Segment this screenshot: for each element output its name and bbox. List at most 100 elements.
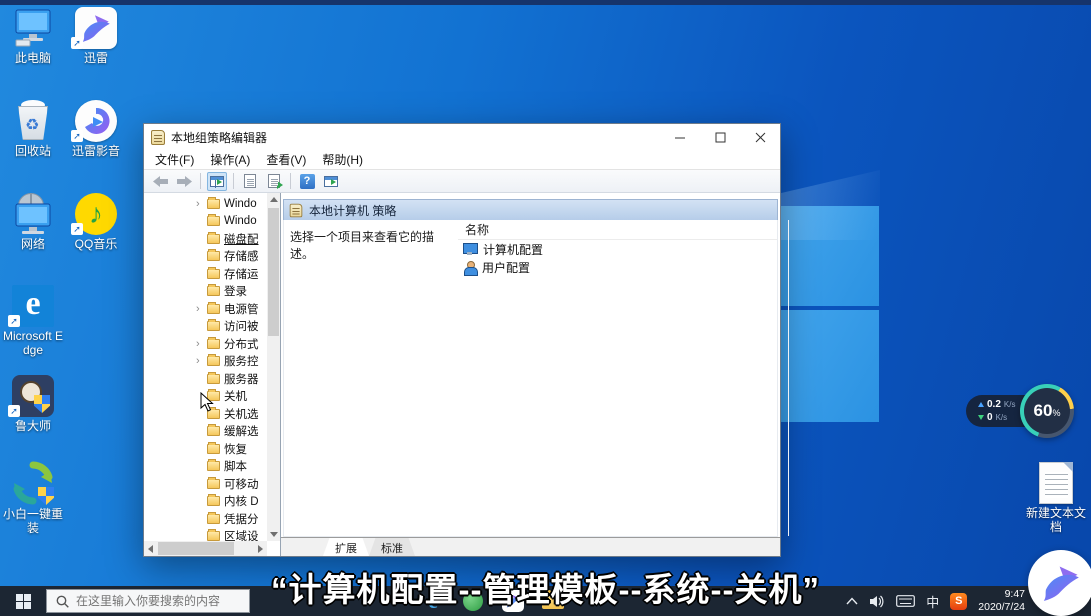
list-item-label: 计算机配置 xyxy=(483,241,543,258)
desktop-icon-new-text-document[interactable]: 新建文本文档 xyxy=(1021,460,1091,535)
tree-item-label: 关机 xyxy=(224,388,247,404)
tree-item-label: 缓解选 xyxy=(224,423,259,439)
export-list-icon[interactable] xyxy=(264,172,284,191)
folder-icon xyxy=(207,251,220,261)
tree-item[interactable]: Windo xyxy=(144,213,267,231)
action-pane-icon[interactable] xyxy=(321,172,341,191)
title-bar[interactable]: 本地组策略编辑器 xyxy=(144,124,780,150)
menu-help[interactable]: 帮助(H) xyxy=(315,149,370,170)
tree-item-label: 磁盘配 xyxy=(224,231,259,247)
properties-icon[interactable] xyxy=(240,172,260,191)
folder-icon xyxy=(207,444,220,454)
tree-item[interactable]: 恢复 xyxy=(144,440,267,458)
tree-item[interactable]: 访问被 xyxy=(144,318,267,336)
boost-ball[interactable]: 60 % xyxy=(1020,384,1074,438)
tree-item[interactable]: 脚本 xyxy=(144,458,267,476)
folder-icon xyxy=(207,514,220,524)
tab-extended[interactable]: 扩展 xyxy=(323,538,369,556)
tree-item[interactable]: 缓解选 xyxy=(144,423,267,441)
scroll-down-icon[interactable] xyxy=(267,528,280,541)
column-header-name[interactable]: 名称 xyxy=(458,220,777,240)
menu-bar: 文件(F) 操作(A) 查看(V) 帮助(H) xyxy=(144,150,780,170)
tree-item[interactable]: ›分布式 xyxy=(144,335,267,353)
wallpaper-logo-pane xyxy=(781,310,879,422)
results-header-title: 本地计算机 策略 xyxy=(309,202,396,219)
tree-item-label: Windo xyxy=(224,215,257,227)
menu-action[interactable]: 操作(A) xyxy=(203,149,257,170)
upload-arrow-icon xyxy=(978,402,984,407)
close-button[interactable] xyxy=(740,124,780,150)
tree-item-label: 可移动 xyxy=(224,476,259,492)
back-icon[interactable] xyxy=(150,172,170,191)
tree-horizontal-scrollbar[interactable] xyxy=(144,541,267,556)
desktop-icon-label: 鲁大师 xyxy=(0,420,66,434)
tree-item[interactable]: 可移动 xyxy=(144,475,267,493)
desktop-icon-thunder[interactable]: 迅雷 xyxy=(63,5,129,66)
tree-item[interactable]: 存储感 xyxy=(144,248,267,266)
tree-item[interactable]: › 服务控 xyxy=(144,353,267,371)
desktop-icon-thunder-player[interactable]: 迅雷影音 xyxy=(63,98,129,159)
desktop-icon-recycle-bin[interactable]: 回收站 xyxy=(0,98,66,159)
desktop-icon-this-pc[interactable]: 此电脑 xyxy=(0,5,66,66)
console-tree: › Windo Windo 磁盘配 存储感 存储运 登录 › 电源管 访问被 ›分布… xyxy=(144,195,267,541)
tree-item[interactable]: › Windo xyxy=(144,195,267,213)
folder-icon xyxy=(207,339,220,349)
tree-item[interactable]: › 电源管 xyxy=(144,300,267,318)
download-unit: K/s xyxy=(996,413,1008,422)
console-tree-icon[interactable] xyxy=(207,172,227,191)
scrollbar-thumb[interactable] xyxy=(158,542,234,555)
memory-percent: 60 xyxy=(1034,401,1053,421)
tab-standard[interactable]: 标准 xyxy=(369,538,415,556)
tree-item-label: 服务控 xyxy=(224,353,259,369)
tree-item[interactable]: 服务器 xyxy=(144,370,267,388)
tree-item-label: 登录 xyxy=(224,283,247,299)
desktop-icon-network[interactable]: 网络 xyxy=(0,191,66,252)
tree-item-label: 电源管 xyxy=(224,301,259,317)
tree-item-label: Windo xyxy=(224,198,257,210)
results-content: 选择一个项目来查看它的描述。 名称 计算机配置 用户配置 xyxy=(283,220,778,537)
tree-item-label: 存储感 xyxy=(224,248,259,264)
folder-icon xyxy=(207,531,220,541)
forward-icon[interactable] xyxy=(174,172,194,191)
video-subtitle: “计算机配置--管理模板--系统--关机” xyxy=(0,563,1091,611)
minimize-button[interactable] xyxy=(660,124,700,150)
tree-item[interactable]: 区域设 xyxy=(144,528,267,542)
expander-icon[interactable]: › xyxy=(196,338,207,350)
tree-vertical-scrollbar[interactable] xyxy=(267,193,280,541)
tree-item[interactable]: 登录 xyxy=(144,283,267,301)
expander-icon[interactable]: › xyxy=(196,355,207,367)
tree-item[interactable]: 存储运 xyxy=(144,265,267,283)
tree-item[interactable]: 磁盘配 xyxy=(144,230,267,248)
desktop-icon-edge[interactable]: Microsoft Edge xyxy=(0,283,66,358)
expander-icon[interactable]: › xyxy=(196,198,207,210)
tree-item-label: 服务器 xyxy=(224,371,259,387)
menu-file[interactable]: 文件(F) xyxy=(148,149,201,170)
policy-icon xyxy=(290,203,303,217)
tree-item-label: 访问被 xyxy=(224,318,259,334)
tree-item-label: 关机选 xyxy=(224,406,259,422)
scroll-up-icon[interactable] xyxy=(267,193,280,206)
desktop-icon-xiaobai[interactable]: 小白一键重装 xyxy=(0,461,66,536)
scrollbar-thumb[interactable] xyxy=(268,208,279,336)
help-icon[interactable]: ? xyxy=(297,172,317,191)
desktop-icon-ludashi[interactable]: 鲁大师 xyxy=(0,373,66,434)
scroll-left-icon[interactable] xyxy=(144,542,157,555)
desktop-icon-label: 迅雷 xyxy=(63,52,129,66)
folder-icon xyxy=(207,216,220,226)
tree-item[interactable]: 凭据分 xyxy=(144,510,267,528)
tree-item-label: 内核 D xyxy=(224,493,259,509)
shortcut-arrow-icon xyxy=(8,405,20,417)
desktop-icon-qq-music[interactable]: QQ音乐 xyxy=(63,191,129,252)
expander-icon[interactable]: › xyxy=(196,303,207,315)
list-item-user-config[interactable]: 用户配置 xyxy=(458,258,777,276)
maximize-button[interactable] xyxy=(700,124,740,150)
tree-item[interactable]: 内核 D xyxy=(144,493,267,511)
desktop-icon-label: 新建文本文档 xyxy=(1021,507,1091,535)
upload-unit: K/s xyxy=(1004,400,1016,409)
list-item-computer-config[interactable]: 计算机配置 xyxy=(458,240,777,258)
window-body: › Windo Windo 磁盘配 存储感 存储运 登录 › 电源管 访问被 ›分布… xyxy=(144,193,780,556)
upload-speed: 0.2 xyxy=(987,399,1001,410)
view-tabs: 扩展 标准 xyxy=(281,537,780,556)
scroll-right-icon[interactable] xyxy=(254,542,267,555)
menu-view[interactable]: 查看(V) xyxy=(259,149,313,170)
